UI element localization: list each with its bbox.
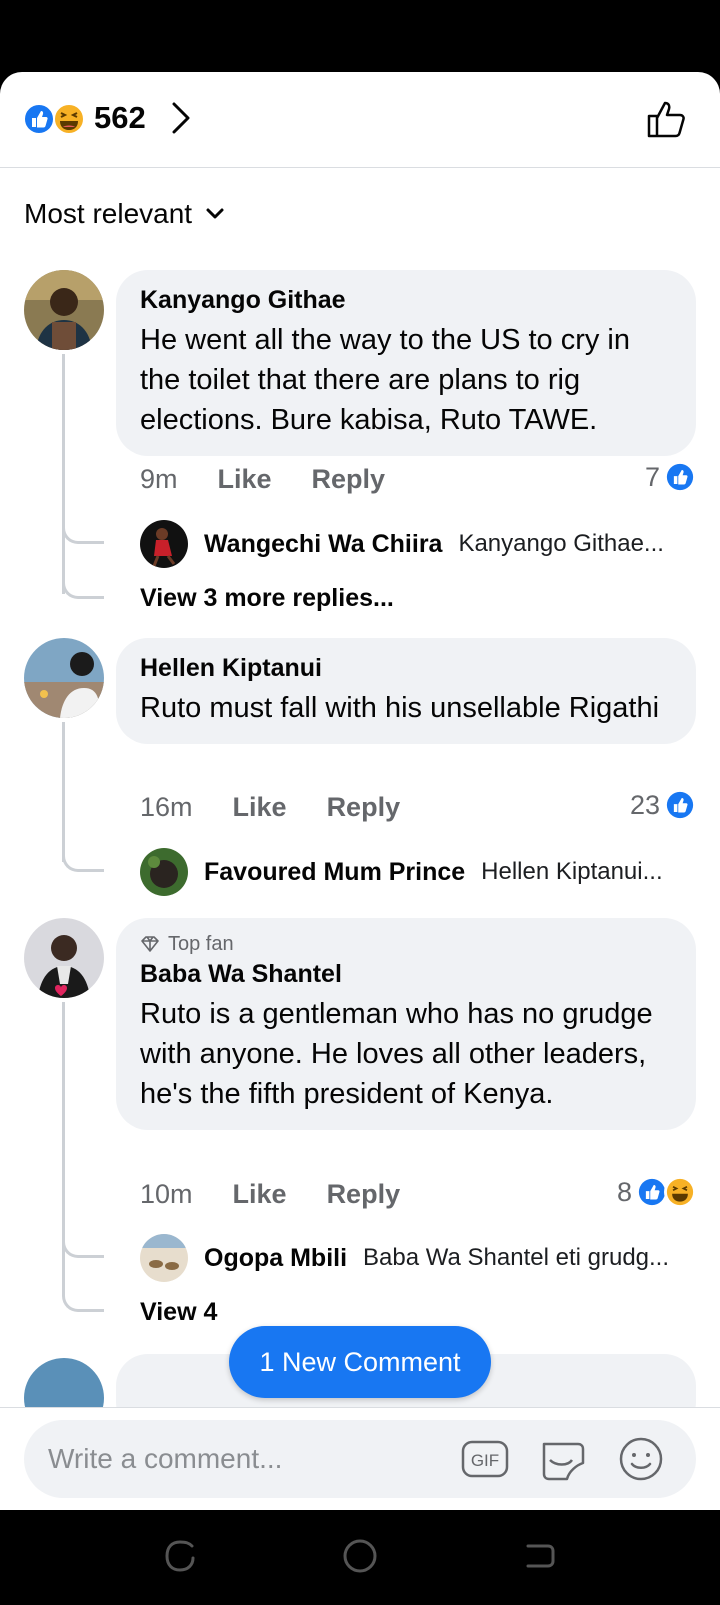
avatar — [140, 520, 188, 568]
back-icon[interactable] — [522, 1538, 558, 1574]
view-more-replies-link[interactable]: View 4 — [140, 1296, 217, 1328]
comment-bubble[interactable]: Top fan Baba Wa Shantel Ruto is a gentle… — [116, 918, 696, 1130]
comment-bubble[interactable]: Hellen Kiptanui Ruto must fall with his … — [116, 638, 696, 744]
thread-line — [62, 354, 65, 594]
reaction-count: 23 — [629, 790, 660, 820]
comment-time[interactable]: 9m — [140, 462, 178, 496]
comment-author[interactable]: Baba Wa Shantel — [140, 958, 672, 990]
emoji-icon[interactable] — [616, 1434, 666, 1484]
comment-actions: 16m Like Reply — [140, 790, 400, 824]
comments-sheet: 562 Most relevant Kanyango Githae He wen… — [0, 72, 720, 1510]
thread-connector — [62, 567, 104, 599]
reply-button[interactable]: Reply — [327, 790, 401, 824]
reply-button[interactable]: Reply — [327, 1177, 401, 1211]
like-button[interactable]: Like — [218, 462, 272, 496]
comment-text: Ruto must fall with his unsellable Rigat… — [140, 692, 660, 724]
thread-connector — [62, 512, 104, 544]
reply-button[interactable]: Reply — [312, 462, 386, 496]
thread-connector — [62, 840, 104, 872]
gif-icon[interactable]: GIF — [460, 1434, 510, 1484]
thread-connector — [62, 1226, 104, 1258]
avatar — [140, 1234, 188, 1282]
like-reaction-icon — [664, 461, 696, 493]
reply-author: Favoured Mum Prince — [204, 857, 466, 886]
comment-reactions[interactable]: 7 — [645, 460, 696, 494]
reaction-count: 8 — [616, 1177, 632, 1207]
chevron-down-icon — [206, 208, 224, 219]
chevron-right-icon[interactable] — [170, 100, 192, 136]
reaction-icons — [23, 103, 85, 135]
comment-time[interactable]: 16m — [140, 790, 193, 824]
view-more-replies-link[interactable]: View 3 more replies... — [140, 582, 394, 614]
reply-preview[interactable]: Wangechi Wa Chiira Kanyango Githae... — [140, 520, 700, 568]
comment-bubble[interactable]: Kanyango Githae He went all the way to t… — [116, 270, 696, 456]
sticker-icon[interactable] — [538, 1434, 588, 1484]
recents-icon[interactable] — [162, 1538, 198, 1574]
gif-label: GIF — [471, 1451, 499, 1470]
sort-label: Most relevant — [24, 198, 193, 229]
comment-actions: 9m Like Reply — [140, 462, 385, 496]
reply-text: Kanyango Githae... — [458, 530, 664, 557]
comment-input[interactable]: Write a comment... GIF — [24, 1420, 696, 1498]
reply-author: Ogopa Mbili — [204, 1243, 348, 1272]
home-icon[interactable] — [342, 1538, 378, 1574]
comment-time[interactable]: 10m — [140, 1177, 193, 1211]
comment-text: He went all the way to the US to cry in … — [140, 324, 630, 436]
comment-reactions[interactable]: 23 — [630, 788, 696, 822]
avatar[interactable] — [24, 638, 104, 718]
comment-composer: Write a comment... GIF — [0, 1407, 720, 1510]
badge-label: Top fan — [168, 933, 234, 955]
reply-text: Baba Wa Shantel eti grudg... — [363, 1244, 670, 1271]
comment-reactions[interactable]: 8 — [617, 1175, 696, 1209]
comment-author[interactable]: Hellen Kiptanui — [140, 652, 672, 684]
avatar — [140, 848, 188, 896]
avatar[interactable] — [24, 270, 104, 350]
like-reaction-icon — [23, 103, 55, 135]
comment-actions: 10m Like Reply — [140, 1177, 400, 1211]
reply-text: Hellen Kiptanui... — [481, 858, 663, 885]
haha-reaction-icon — [664, 1176, 696, 1208]
comment-placeholder: Write a comment... — [48, 1443, 283, 1474]
reply-preview[interactable]: Favoured Mum Prince Hellen Kiptanui... — [140, 848, 700, 896]
like-button[interactable]: Like — [233, 1177, 287, 1211]
thumbs-up-outline-icon[interactable] — [646, 98, 688, 140]
reply-preview[interactable]: Ogopa Mbili Baba Wa Shantel eti grudg... — [140, 1234, 700, 1282]
like-reaction-icon — [664, 789, 696, 821]
comment-text: Ruto is a gentleman who has no grudge wi… — [140, 998, 653, 1110]
system-navigation-bar — [0, 1510, 720, 1605]
reaction-count: 562 — [94, 100, 146, 135]
comment-author[interactable]: Kanyango Githae — [140, 284, 672, 316]
new-comment-button[interactable]: 1 New Comment — [229, 1326, 491, 1398]
like-button[interactable]: Like — [233, 790, 287, 824]
reaction-count: 7 — [644, 462, 660, 492]
diamond-icon — [141, 936, 159, 952]
thread-connector — [62, 1280, 104, 1312]
sort-dropdown[interactable]: Most relevant — [24, 196, 226, 232]
reactions-header[interactable]: 562 — [0, 72, 720, 168]
top-fan-badge: Top fan — [140, 932, 672, 956]
avatar[interactable] — [24, 918, 104, 998]
haha-reaction-icon — [53, 103, 85, 135]
reply-author: Wangechi Wa Chiira — [204, 529, 443, 558]
